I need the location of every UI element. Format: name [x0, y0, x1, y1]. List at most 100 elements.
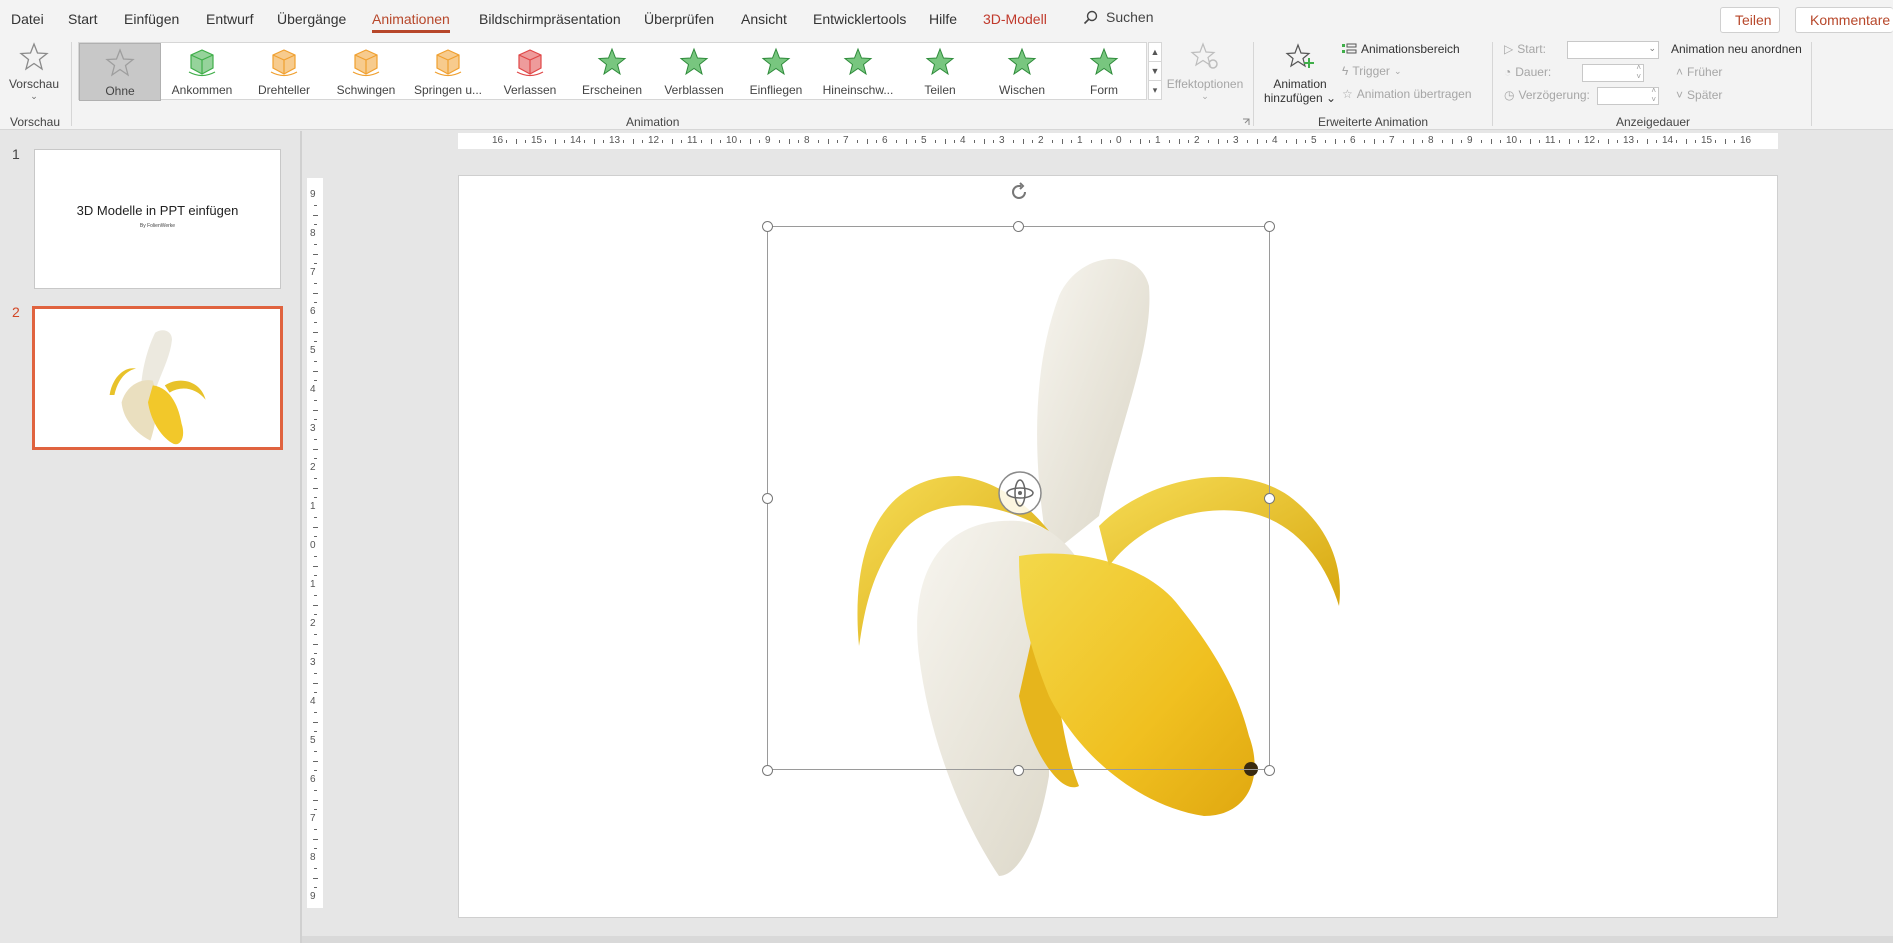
share-button[interactable]: Teilen — [1720, 7, 1780, 33]
resize-handle-se[interactable] — [1264, 765, 1275, 776]
animation-painter-button[interactable]: ☆ Animation übertragen — [1342, 87, 1472, 101]
comments-button[interactable]: Kommentare — [1795, 7, 1893, 33]
resize-handle-ne[interactable] — [1264, 221, 1275, 232]
ruler-tick — [312, 409, 318, 411]
pane-divider[interactable] — [300, 131, 302, 943]
ruler-number: 8 — [1428, 135, 1434, 146]
animation-springen-u[interactable]: Springen u... — [407, 43, 489, 101]
resize-handle-e[interactable] — [1264, 493, 1275, 504]
ruler-tick — [642, 139, 644, 143]
cube-arrive-icon — [161, 47, 243, 77]
animation-drehteller[interactable]: Drehteller — [243, 43, 325, 101]
ruler-tick — [583, 139, 585, 143]
menu-bildschirmpraesentation[interactable]: Bildschirmpräsentation — [479, 11, 621, 27]
ruler-number: 0 — [1116, 135, 1122, 146]
ruler-tick — [1578, 139, 1580, 143]
animation-ankommen[interactable]: Ankommen — [161, 43, 243, 101]
resize-handle-w[interactable] — [762, 493, 773, 504]
ruler-tick — [313, 594, 317, 596]
ruler-number: 9 — [1467, 135, 1473, 146]
menu-ueberpruefen[interactable]: Überprüfen — [644, 11, 714, 27]
ruler-tick — [313, 419, 317, 421]
ruler-number: 5 — [310, 345, 316, 356]
ruler-tick — [1217, 138, 1219, 144]
resize-handle-s[interactable] — [1013, 765, 1024, 776]
animation-verlassen[interactable]: Verlassen — [489, 43, 571, 101]
ruler-tick — [312, 877, 318, 879]
ruler-tick — [313, 497, 317, 499]
ruler-tick — [1529, 138, 1531, 144]
ruler-tick — [313, 672, 317, 674]
trigger-button[interactable]: ϟ Trigger ⌄ — [1342, 64, 1401, 78]
ruler-number: 3 — [999, 135, 1005, 146]
menu-entwurf[interactable]: Entwurf — [206, 11, 253, 27]
preview-label: Vorschau — [8, 77, 60, 91]
resize-handle-n[interactable] — [1013, 221, 1024, 232]
duration-spinner[interactable]: ˄ ˅ — [1582, 63, 1644, 82]
menu-start[interactable]: Start — [68, 11, 98, 27]
gallery-scroll[interactable]: ▲ ▼ ▾ — [1148, 42, 1162, 100]
menu-3d-modell[interactable]: 3D-Modell — [983, 11, 1047, 27]
ruler-tick — [1617, 139, 1619, 143]
ruler-tick — [313, 321, 317, 323]
ruler-number: 1 — [310, 501, 316, 512]
gallery-more-icon[interactable]: ▾ — [1149, 81, 1161, 100]
ruler-tick — [313, 848, 317, 850]
ruler-tick — [866, 138, 868, 144]
ruler-tick — [661, 139, 663, 143]
ruler-number: 12 — [648, 135, 660, 146]
animation-label: Drehteller — [257, 83, 311, 97]
animation-hineinschw[interactable]: Hineinschw... — [817, 43, 899, 101]
3d-rotate-handle-icon[interactable] — [997, 470, 1043, 516]
resize-handle-sw[interactable] — [762, 765, 773, 776]
slide-canvas[interactable] — [458, 175, 1778, 918]
add-animation-button[interactable]: Animation hinzufügen ⌄ — [1262, 40, 1338, 112]
ruler-tick — [1519, 139, 1521, 143]
animation-ohne[interactable]: Ohne — [79, 43, 161, 101]
ruler-tick — [313, 263, 317, 265]
ruler-tick — [313, 224, 317, 226]
ruler-tick — [313, 555, 317, 557]
delay-spinner[interactable]: ˄ ˅ — [1597, 86, 1659, 105]
animation-form[interactable]: Form — [1063, 43, 1145, 101]
slide-thumbnail-2[interactable] — [32, 306, 283, 450]
ruler-tick — [1090, 139, 1092, 143]
search-label: Suchen — [1106, 9, 1154, 25]
dialog-launcher-icon[interactable] — [1242, 118, 1250, 126]
chevron-down-icon: ⌄ — [30, 91, 38, 101]
effect-options-icon — [1190, 42, 1218, 69]
effect-options-button[interactable]: Effektoptionen ⌄ — [1165, 40, 1245, 110]
rotate-handle-icon[interactable] — [1007, 180, 1031, 204]
animation-teilen[interactable]: Teilen — [899, 43, 981, 101]
menu-hilfe[interactable]: Hilfe — [929, 11, 957, 27]
animation-wischen[interactable]: Wischen — [981, 43, 1063, 101]
menu-einfuegen[interactable]: Einfügen — [124, 11, 179, 27]
animation-schwingen[interactable]: Schwingen — [325, 43, 407, 101]
preview-button[interactable]: Vorschau ⌄ — [6, 40, 62, 110]
slide-thumbnail-1[interactable]: 3D Modelle in PPT einfügen By FolienWerk… — [34, 149, 281, 289]
animation-einfliegen[interactable]: Einfliegen — [735, 43, 817, 101]
search-box[interactable]: Suchen — [1083, 9, 1153, 25]
menu-entwicklertools[interactable]: Entwicklertools — [813, 11, 906, 27]
animation-erscheinen[interactable]: Erscheinen — [571, 43, 653, 101]
menu-uebergaenge[interactable]: Übergänge — [277, 11, 346, 27]
menu-animationen[interactable]: Animationen — [362, 0, 466, 38]
ruler-number: 5 — [1311, 135, 1317, 146]
animation-pane-button[interactable]: Animationsbereich — [1341, 42, 1460, 56]
earlier-button[interactable]: ˄ Früher — [1676, 65, 1722, 79]
menu-ansicht[interactable]: Ansicht — [741, 11, 787, 27]
resize-handle-nw[interactable] — [762, 221, 773, 232]
gallery-down-icon[interactable]: ▼ — [1149, 62, 1161, 81]
later-button[interactable]: ˅ Später — [1676, 88, 1722, 102]
start-dropdown[interactable]: ⌄ — [1567, 41, 1659, 59]
ruler-number: 5 — [310, 735, 316, 746]
ruler-number: 4 — [1272, 135, 1278, 146]
ruler-tick — [544, 139, 546, 143]
gallery-up-icon[interactable]: ▲ — [1149, 43, 1161, 62]
ruler-tick — [312, 331, 318, 333]
ruler-number: 11 — [1545, 135, 1556, 146]
ruler-tick — [1646, 138, 1648, 144]
ruler-tick — [1110, 139, 1112, 143]
menu-datei[interactable]: Datei — [11, 11, 44, 27]
animation-verblassen[interactable]: Verblassen — [653, 43, 735, 101]
